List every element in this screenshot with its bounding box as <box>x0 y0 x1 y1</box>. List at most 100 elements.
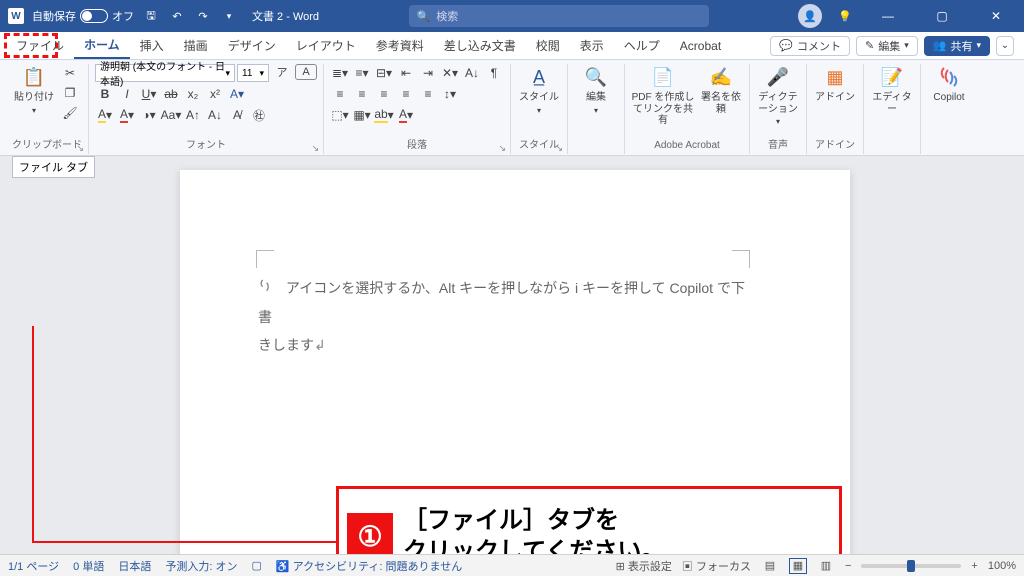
tab-view[interactable]: 表示 <box>570 32 614 59</box>
tab-home[interactable]: ホーム <box>74 32 130 59</box>
dialog-launcher-icon[interactable]: ↘ <box>311 140 319 156</box>
grow-font-icon[interactable]: A↑ <box>183 106 203 124</box>
pdf-share-button[interactable]: 📄 PDF を作成してリンクを共有 <box>631 64 695 127</box>
document-area: アイコンを選択するか、Alt キーを押しながら i キーを押して Copilot… <box>0 156 1024 554</box>
char-shading-icon[interactable]: ◑▾ <box>139 106 159 124</box>
tab-mailings[interactable]: 差し込み文書 <box>434 32 526 59</box>
clear-format-icon[interactable]: A̸ <box>227 106 247 124</box>
status-wordcount[interactable]: 0 単語 <box>73 558 104 574</box>
tab-help[interactable]: ヘルプ <box>614 32 670 59</box>
status-focus[interactable]: ▣ フォーカス <box>682 558 751 574</box>
numbering-icon[interactable]: ≡▾ <box>352 64 372 82</box>
account-avatar[interactable]: 👤 <box>798 4 822 28</box>
font-size-combo[interactable]: 11▾ <box>237 64 269 82</box>
font-name-combo[interactable]: 游明朝 (本文のフォント - 日本語)▾ <box>95 64 235 82</box>
paste-button[interactable]: 📋 貼り付け ▾ <box>12 64 56 115</box>
shading-icon[interactable]: ⬚▾ <box>330 106 350 124</box>
copilot-button[interactable]: Copilot <box>927 64 971 104</box>
search-input[interactable]: 🔍 検索 <box>409 5 709 27</box>
share-button[interactable]: 👥共有▾ <box>924 36 990 56</box>
tab-design[interactable]: デザイン <box>218 32 286 59</box>
tab-references[interactable]: 参考資料 <box>366 32 434 59</box>
tab-draw[interactable]: 描画 <box>174 32 218 59</box>
font-color-icon[interactable]: A▾ <box>117 106 137 124</box>
distribute-icon[interactable]: ≡ <box>418 85 438 103</box>
multilevel-icon[interactable]: ⊟▾ <box>374 64 394 82</box>
web-layout-icon[interactable]: ▥ <box>817 558 835 574</box>
editing-button[interactable]: 🔍 編集▾ <box>574 64 618 115</box>
cut-icon[interactable]: ✂ <box>60 64 80 82</box>
align-left-icon[interactable]: ≡ <box>330 85 350 103</box>
status-macro-icon[interactable]: ▢ <box>251 559 261 572</box>
status-page[interactable]: 1/1 ページ <box>8 558 59 574</box>
zoom-in-button[interactable]: + <box>971 560 977 572</box>
editor-button[interactable]: 📝 エディター <box>870 64 914 115</box>
bullets-icon[interactable]: ≣▾ <box>330 64 350 82</box>
addins-button[interactable]: ▦ アドイン <box>813 64 857 104</box>
print-layout-icon[interactable]: ▦ <box>789 558 807 574</box>
highlight-icon[interactable]: A▾ <box>95 106 115 124</box>
editor-icon: 📝 <box>878 64 906 90</box>
dictate-button[interactable]: 🎤 ディクテーション▾ <box>756 64 800 126</box>
read-mode-icon[interactable]: ▤ <box>761 558 779 574</box>
status-accessibility[interactable]: ♿ アクセシビリティ: 問題ありません <box>276 558 462 574</box>
copilot-inline-icon[interactable] <box>258 275 274 303</box>
save-icon[interactable]: 🖫 <box>142 7 160 25</box>
tab-acrobat[interactable]: Acrobat <box>670 32 731 59</box>
line-spacing-icon[interactable]: ↕▾ <box>440 85 460 103</box>
show-marks-icon[interactable]: ¶ <box>484 64 504 82</box>
enclose-char-icon[interactable]: A <box>295 64 317 80</box>
increase-indent-icon[interactable]: ⇥ <box>418 64 438 82</box>
asian-layout-icon[interactable]: ✕▾ <box>440 64 460 82</box>
phonetic-guide-icon[interactable]: ア <box>271 64 293 80</box>
zoom-level[interactable]: 100% <box>988 560 1016 572</box>
strikethrough-icon[interactable]: ab <box>161 85 181 103</box>
italic-icon[interactable]: I <box>117 85 137 103</box>
text-shading-icon[interactable]: ab▾ <box>374 106 394 124</box>
bold-icon[interactable]: B <box>95 85 115 103</box>
maximize-button[interactable]: ▢ <box>922 0 962 32</box>
zoom-out-button[interactable]: − <box>845 560 851 572</box>
align-center-icon[interactable]: ≡ <box>352 85 372 103</box>
tab-insert[interactable]: 挿入 <box>130 32 174 59</box>
borders-icon[interactable]: ▦▾ <box>352 106 372 124</box>
format-painter-icon[interactable]: 🖌 <box>60 104 80 122</box>
subscript-icon[interactable]: x₂ <box>183 85 203 103</box>
zoom-slider[interactable] <box>861 564 961 568</box>
dialog-launcher-icon[interactable]: ↘ <box>555 140 563 156</box>
styles-button[interactable]: A̲ スタイル▾ <box>517 64 561 115</box>
superscript-icon[interactable]: x² <box>205 85 225 103</box>
tab-file[interactable]: ファイル <box>6 32 74 59</box>
document-body[interactable]: アイコンを選択するか、Alt キーを押しながら i キーを押して Copilot… <box>258 274 750 359</box>
autosave-toggle[interactable]: 自動保存 オフ <box>32 8 134 24</box>
ribbon-collapse-button[interactable]: ⌄ <box>996 36 1014 56</box>
dialog-launcher-icon[interactable]: ↘ <box>76 140 84 156</box>
lightbulb-icon[interactable]: 💡 <box>836 7 854 25</box>
copy-icon[interactable]: ❐ <box>60 84 80 102</box>
font-color2-icon[interactable]: A▾ <box>396 106 416 124</box>
justify-icon[interactable]: ≡ <box>396 85 416 103</box>
status-display-settings[interactable]: ⊞ 表示設定 <box>616 558 672 574</box>
minimize-button[interactable]: — <box>868 0 908 32</box>
text-effects-icon[interactable]: A▾ <box>227 85 247 103</box>
underline-icon[interactable]: U▾ <box>139 85 159 103</box>
edit-mode-button[interactable]: ✎編集▾ <box>856 36 918 56</box>
decrease-indent-icon[interactable]: ⇤ <box>396 64 416 82</box>
shrink-font-icon[interactable]: A↓ <box>205 106 225 124</box>
undo-icon[interactable]: ↶ <box>168 7 186 25</box>
tab-review[interactable]: 校閲 <box>526 32 570 59</box>
comment-button[interactable]: 💬コメント <box>770 36 850 56</box>
acrobat-label: Adobe Acrobat <box>654 140 720 151</box>
align-right-icon[interactable]: ≡ <box>374 85 394 103</box>
status-language[interactable]: 日本語 <box>118 558 151 574</box>
request-signature-button[interactable]: ✍ 署名を依頼 <box>699 64 743 115</box>
change-case-icon[interactable]: Aa▾ <box>161 106 181 124</box>
sort-icon[interactable]: A↓ <box>462 64 482 82</box>
redo-icon[interactable]: ↷ <box>194 7 212 25</box>
tab-layout[interactable]: レイアウト <box>286 32 366 59</box>
status-predictive[interactable]: 予測入力: オン <box>165 558 237 574</box>
dialog-launcher-icon[interactable]: ↘ <box>498 140 506 156</box>
close-button[interactable]: ✕ <box>976 0 1016 32</box>
qat-more-icon[interactable]: ▾ <box>220 7 238 25</box>
enclose-icon[interactable]: ㊓ <box>249 106 269 124</box>
